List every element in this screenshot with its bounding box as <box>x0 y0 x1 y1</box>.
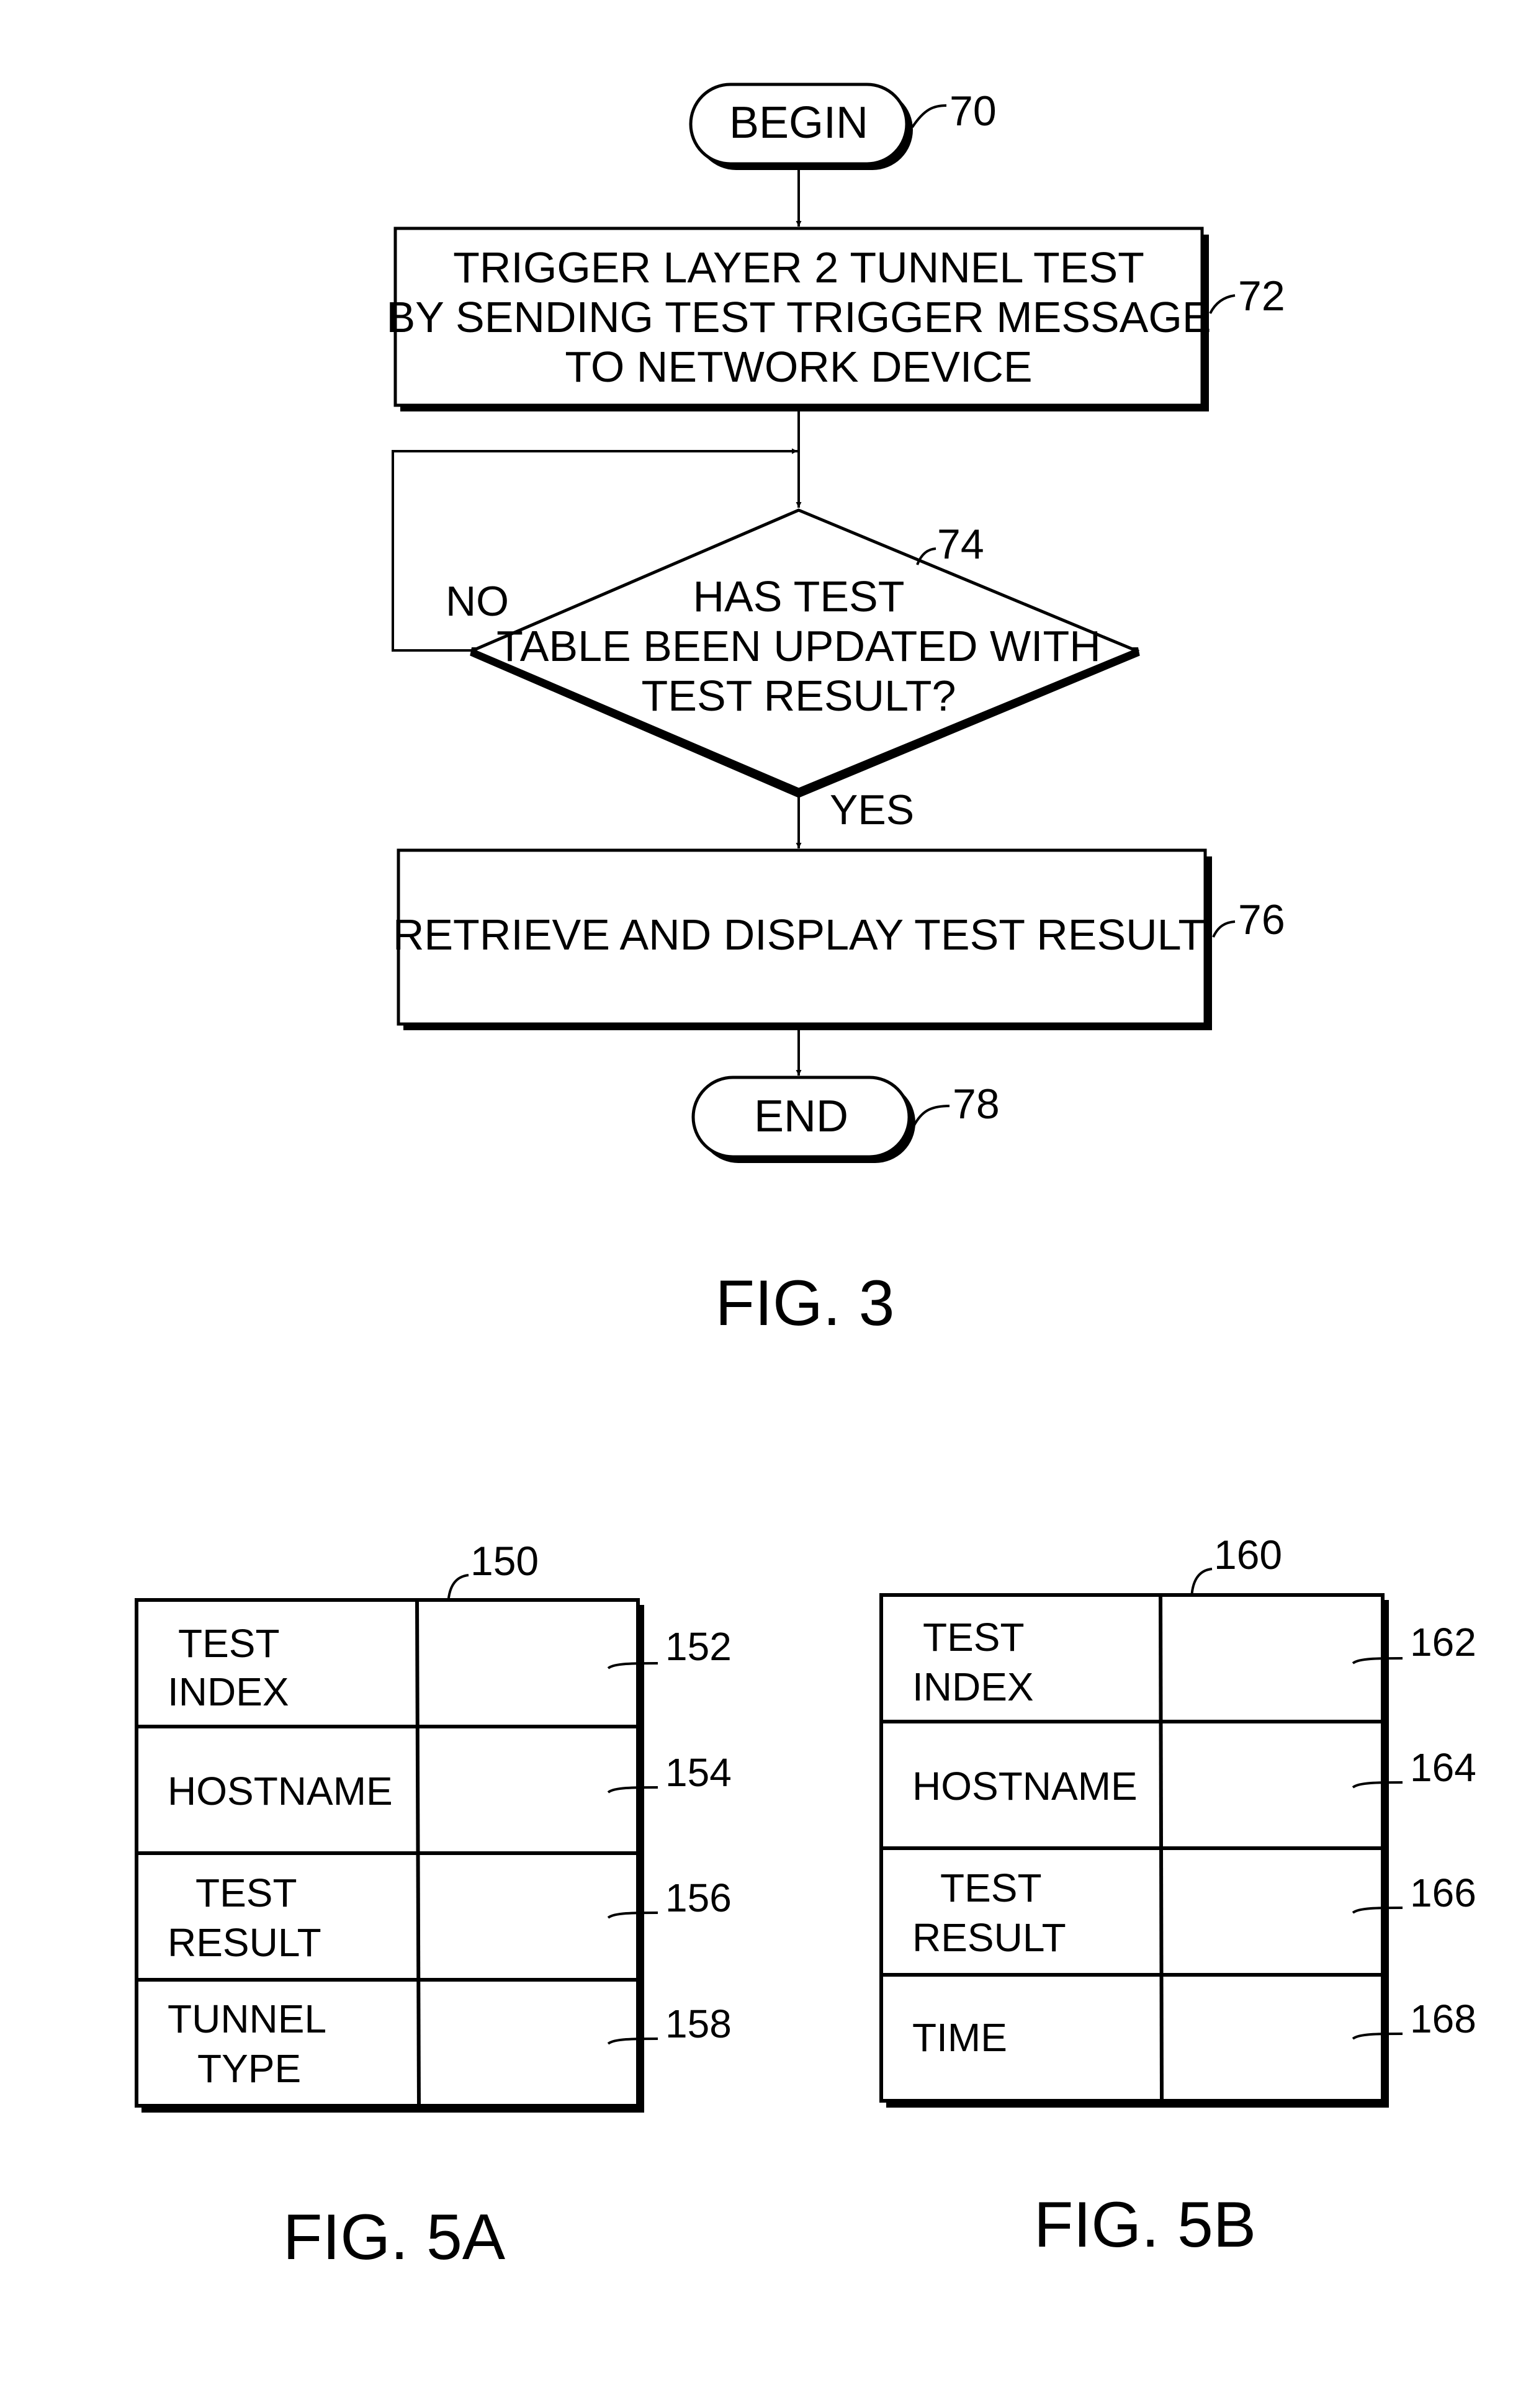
fig5b-caption: FIG. 5B <box>1034 2189 1256 2261</box>
decision-line-1: HAS TEST <box>693 572 904 621</box>
ref-leader-70 <box>911 104 947 128</box>
ref-label-158: 158 <box>665 2001 732 2046</box>
row-label-line: RESULT <box>168 1920 321 1965</box>
retrieve-label: RETRIEVE AND DISPLAY TEST RESULT <box>393 910 1205 959</box>
end-label: END <box>754 1092 848 1141</box>
ref-label-160: 160 <box>1214 1532 1282 1578</box>
row-label-line: TIME <box>912 2015 1007 2060</box>
trigger-line-1: TRIGGER LAYER 2 TUNNEL TEST <box>453 243 1144 292</box>
fig5a-caption: FIG. 5A <box>283 2201 506 2273</box>
ref-label-164: 164 <box>1410 1745 1476 1790</box>
row-label-line: TUNNEL <box>168 1997 326 2041</box>
begin-label: BEGIN <box>729 98 868 148</box>
ref-label-72: 72 <box>1238 272 1285 320</box>
row-label-line: RESULT <box>912 1915 1066 1960</box>
ref-leader-72 <box>1209 294 1236 314</box>
row-label-line: HOSTNAME <box>912 1764 1138 1808</box>
ref-label-162: 162 <box>1410 1620 1476 1664</box>
ref-label-150: 150 <box>470 1538 539 1584</box>
yes-label: YES <box>830 786 914 833</box>
ref-label-168: 168 <box>1410 1997 1476 2041</box>
no-label: NO <box>446 578 509 625</box>
ref-label-154: 154 <box>665 1750 732 1795</box>
ref-label-152: 152 <box>665 1624 732 1669</box>
patent-drawing-sheet: BEGIN 70 TRIGGER LAYER 2 TUNNEL TEST BY … <box>135 83 1476 2273</box>
trigger-line-3: TO NETWORK DEVICE <box>565 343 1032 391</box>
row-label-line: TEST <box>195 1871 297 1915</box>
ref-label-166: 166 <box>1410 1871 1476 1915</box>
decision-line-3: TEST RESULT? <box>642 672 956 720</box>
ref-label-74: 74 <box>937 521 984 568</box>
ref-label-70: 70 <box>950 88 997 135</box>
row-label-line: TYPE <box>197 2046 301 2091</box>
end-terminal: END <box>691 1076 915 1163</box>
ref-leader-78 <box>912 1105 950 1127</box>
decision-line-2: TABLE BEEN UPDATED WITH <box>496 622 1101 670</box>
row-label-line: INDEX <box>168 1669 289 1714</box>
table-fig5b: 160 TEST INDEX 162 HOSTNAME 164 TEST RES… <box>879 1532 1476 2261</box>
trigger-line-2: BY SENDING TEST TRIGGER MESSAGE <box>386 293 1211 341</box>
row-label-line: TEST <box>923 1615 1025 1660</box>
row-label-line: TEST <box>178 1621 280 1666</box>
retrieve-process-box: RETRIEVE AND DISPLAY TEST RESULT <box>393 848 1212 1030</box>
row-label-line: INDEX <box>912 1664 1034 1709</box>
trigger-process-box: TRIGGER LAYER 2 TUNNEL TEST BY SENDING T… <box>386 227 1211 411</box>
ref-label-78: 78 <box>953 1080 1000 1128</box>
decision-diamond: HAS TEST TABLE BEEN UPDATED WITH TEST RE… <box>469 508 1140 798</box>
ref-label-76: 76 <box>1238 896 1285 943</box>
fig3-caption: FIG. 3 <box>716 1267 895 1339</box>
row-label-line: HOSTNAME <box>168 1769 393 1813</box>
ref-leader-76 <box>1212 920 1236 938</box>
begin-terminal: BEGIN <box>689 83 913 170</box>
row-label-line: TEST <box>940 1866 1042 1910</box>
table-fig5a: 150 TEST INDEX 152 HOSTNAME 154 TEST RES… <box>135 1538 732 2273</box>
flowchart-fig3: BEGIN 70 TRIGGER LAYER 2 TUNNEL TEST BY … <box>386 83 1285 1339</box>
ref-label-156: 156 <box>665 1876 732 1920</box>
